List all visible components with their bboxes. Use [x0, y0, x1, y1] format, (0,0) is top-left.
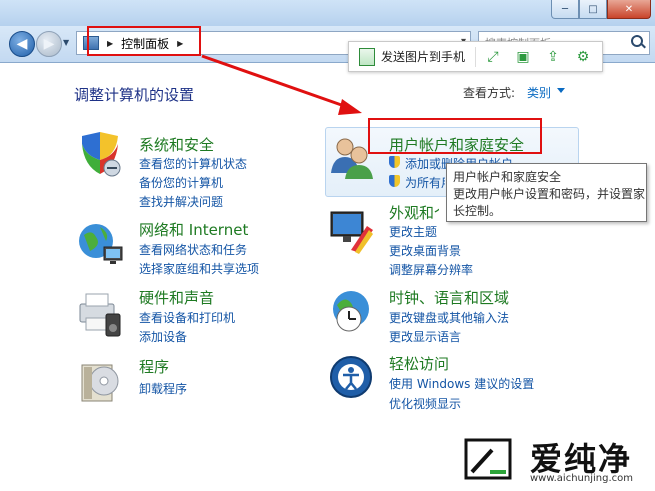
watermark-logo-icon: [462, 436, 514, 482]
watermark-url: www.aichunjing.com: [530, 473, 633, 484]
annotation-arrow: [201, 54, 362, 115]
